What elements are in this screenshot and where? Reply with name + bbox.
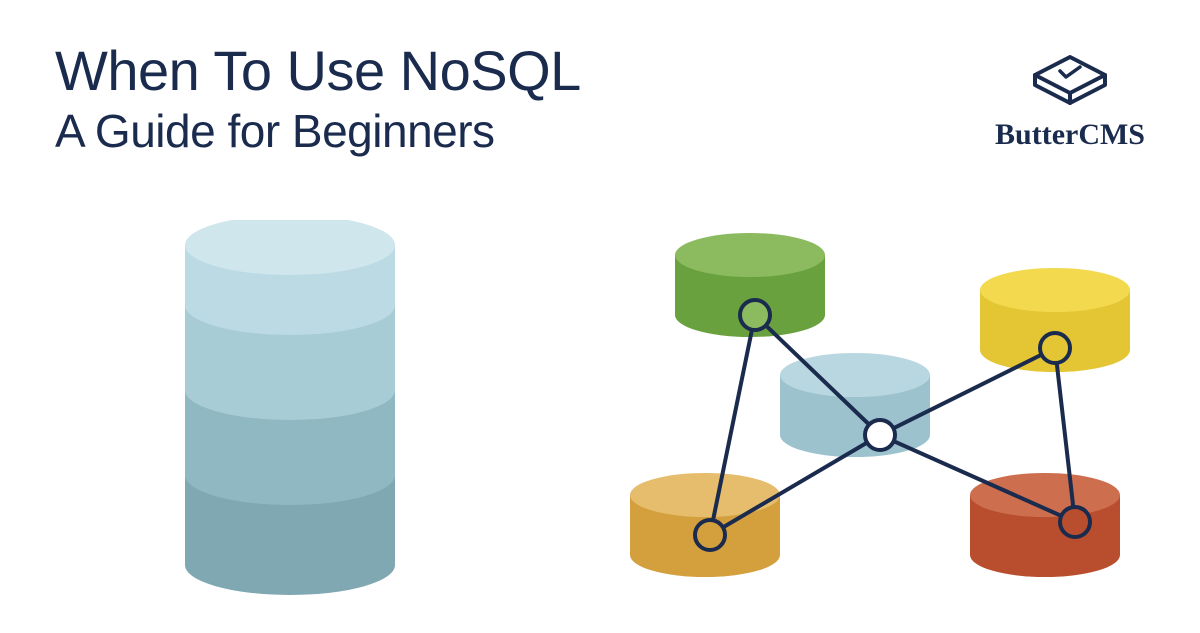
nosql-cluster-icon [630, 233, 1130, 577]
title-block: When To Use NoSQL A Guide for Beginners [55, 40, 581, 158]
butter-logo-icon [1020, 45, 1120, 110]
brand-logo-block: ButterCMS [995, 45, 1145, 152]
page-subtitle: A Guide for Beginners [55, 104, 581, 158]
brand-name: ButterCMS [995, 118, 1145, 152]
page-title: When To Use NoSQL [55, 40, 581, 102]
sql-database-icon [185, 220, 395, 595]
illustration-area [0, 220, 1200, 628]
header: When To Use NoSQL A Guide for Beginners … [55, 40, 1145, 158]
